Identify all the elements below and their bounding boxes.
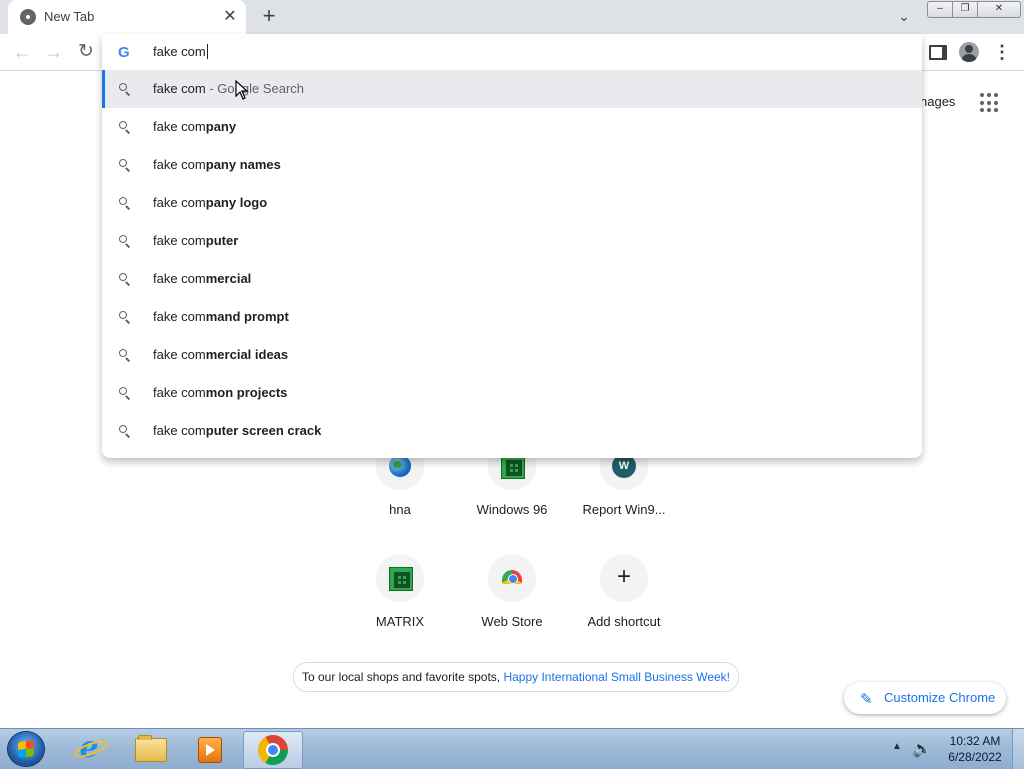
globe-icon <box>389 455 411 477</box>
reload-icon[interactable]: ↻ <box>74 40 98 64</box>
forward-arrow-icon[interactable]: → <box>42 40 66 64</box>
suggestion-item[interactable]: fake commercial <box>102 260 922 298</box>
clock-date[interactable]: 6/28/2022 <box>940 750 1010 764</box>
suggestion-item[interactable]: fake computer screen crack <box>102 412 922 450</box>
chrome-icon <box>258 735 288 765</box>
speaker-icon[interactable]: 🔈 <box>912 739 932 758</box>
window-minimize-button[interactable]: – <box>927 1 953 18</box>
suggestion-item[interactable]: fake common projects <box>102 374 922 412</box>
suggestion-item[interactable]: fake computer <box>102 222 922 260</box>
shortcut-label: Windows 96 <box>476 502 548 517</box>
start-orb-icon[interactable] <box>8 732 44 766</box>
search-icon <box>118 196 132 210</box>
show-desktop-button[interactable] <box>1012 729 1024 769</box>
back-arrow-icon[interactable]: ← <box>10 40 34 64</box>
tab-title: New Tab <box>44 9 95 24</box>
chrome-menu-icon[interactable]: ⋮ <box>990 40 1014 64</box>
omnibox-text[interactable]: fake com <box>153 44 208 59</box>
profile-avatar-icon[interactable] <box>957 40 981 64</box>
side-panel-icon[interactable] <box>926 40 950 64</box>
file-explorer-icon <box>135 735 167 762</box>
shortcut-label: Report Win9... <box>582 502 666 517</box>
search-icon <box>118 386 132 400</box>
suggestion-item[interactable]: fake company <box>102 108 922 146</box>
media-player-icon <box>198 737 222 763</box>
search-icon <box>118 272 132 286</box>
windows96-icon <box>501 455 525 479</box>
suggestion-item[interactable]: fake command prompt <box>102 298 922 336</box>
new-tab-button[interactable]: + <box>256 5 282 29</box>
windows-taskbar: e ▲ 🔈 10:32 AM 6/28/2022 <box>0 728 1024 769</box>
images-link[interactable]: nages <box>920 94 955 109</box>
tab-new-tab[interactable]: New Tab ✕ <box>8 0 246 34</box>
omnibox-dropdown: G fake com fake com - Google Search fake… <box>102 34 922 458</box>
shortcut-label: Web Store <box>481 614 543 629</box>
internet-explorer-icon: e <box>75 733 103 763</box>
search-icon <box>118 310 132 324</box>
windows96-icon <box>389 567 413 591</box>
suggestion-item[interactable]: fake commercial ideas <box>102 336 922 374</box>
chrome-favicon-icon <box>20 9 36 25</box>
search-icon <box>118 424 132 438</box>
suggestion-item[interactable]: fake com - Google Search <box>102 70 922 108</box>
customize-chrome-label: Customize Chrome <box>884 690 996 705</box>
tab-strip: New Tab ✕ + ⌄ – ❐ ✕ <box>0 0 1024 34</box>
plus-icon: + <box>616 563 631 590</box>
search-icon <box>118 234 132 248</box>
webstore-icon <box>502 570 522 584</box>
tab-search-chevron-icon[interactable]: ⌄ <box>894 8 914 26</box>
window-maximize-button[interactable]: ❐ <box>952 1 978 18</box>
suggestion-item[interactable]: fake company names <box>102 146 922 184</box>
shortcut-matrix[interactable]: MATRIX <box>344 554 456 629</box>
doodle-promo-note: To our local shops and favorite spots, H… <box>293 662 740 692</box>
clock-time[interactable]: 10:32 AM <box>940 734 1010 748</box>
taskbar-internet-explorer[interactable]: e <box>60 731 118 767</box>
shortcut-add[interactable]: + Add shortcut <box>568 554 680 629</box>
pencil-icon: ✎ <box>860 691 873 708</box>
omnibox-input[interactable]: G fake com <box>102 34 922 70</box>
doodle-note-link[interactable]: Happy International Small Business Week! <box>503 670 730 684</box>
tab-close-icon[interactable]: ✕ <box>220 7 240 27</box>
search-icon <box>118 158 132 172</box>
shortcut-label: Add shortcut <box>587 614 661 629</box>
taskbar-media-player[interactable] <box>180 731 238 767</box>
search-icon <box>118 348 132 362</box>
tray-expand-icon[interactable]: ▲ <box>892 741 902 752</box>
search-icon <box>118 120 132 134</box>
google-apps-grid-icon[interactable] <box>980 93 1000 113</box>
shortcut-label: MATRIX <box>375 614 425 629</box>
shortcut-web-store[interactable]: Web Store <box>456 554 568 629</box>
window-close-button[interactable]: ✕ <box>977 1 1021 18</box>
taskbar-file-explorer[interactable] <box>120 731 178 767</box>
search-icon <box>118 82 132 96</box>
suggestion-item[interactable]: fake company logo <box>102 184 922 222</box>
doodle-note-text: To our local shops and favorite spots, <box>302 670 504 684</box>
shortcut-label: hna <box>389 502 411 517</box>
taskbar-chrome[interactable] <box>243 731 303 769</box>
google-g-icon: G <box>118 44 130 61</box>
customize-chrome-button[interactable]: ✎ Customize Chrome <box>844 682 1006 714</box>
